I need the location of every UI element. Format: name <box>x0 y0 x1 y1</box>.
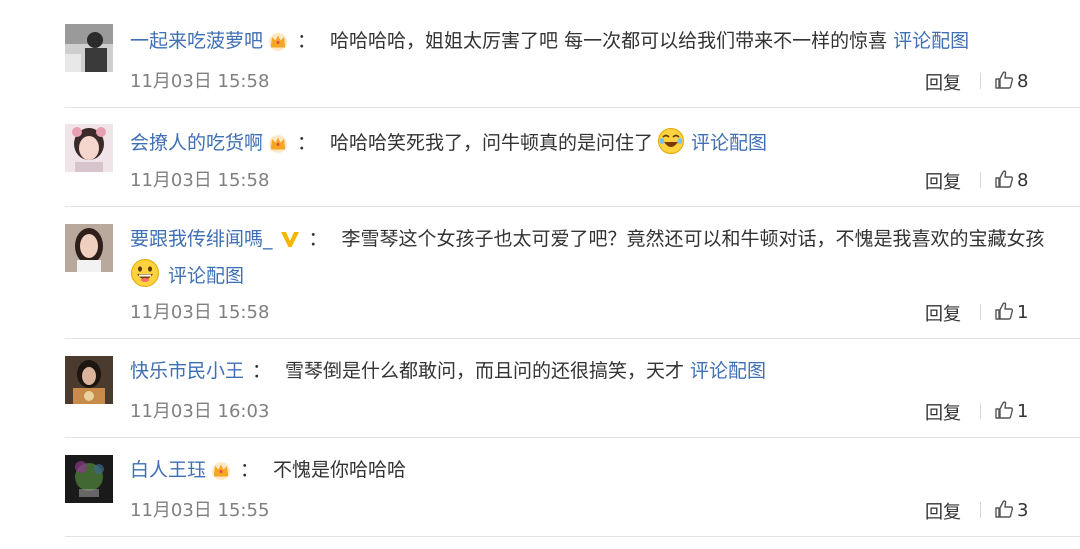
avatar[interactable] <box>65 224 113 272</box>
thumbs-up-icon <box>995 71 1014 89</box>
comment-text: 雪琴倒是什么都敢问，而且问的还很搞笑，天才 <box>285 360 685 382</box>
reply-button[interactable]: 回复 <box>925 498 961 524</box>
colon: ： <box>252 360 272 382</box>
avatar[interactable] <box>65 455 113 503</box>
divider <box>980 502 981 518</box>
thumbs-up-icon <box>995 401 1014 419</box>
timestamp: 11月03日 15:55 <box>130 500 270 521</box>
reply-button[interactable]: 回复 <box>925 399 961 425</box>
thumbs-up-icon <box>995 302 1014 320</box>
crown-badge-icon <box>267 133 289 160</box>
comment-image-link[interactable]: 评论配图 <box>168 265 244 287</box>
comment-divider <box>65 338 1080 339</box>
username[interactable]: 快乐市民小王 <box>130 360 244 382</box>
like-button[interactable]: 1 <box>994 301 1028 323</box>
divider <box>980 304 981 320</box>
avatar[interactable] <box>65 356 113 404</box>
comment-divider <box>65 437 1080 438</box>
colon: ： <box>308 228 328 250</box>
avatar[interactable] <box>65 124 113 172</box>
like-count: 1 <box>1017 401 1029 422</box>
crown-badge-icon <box>210 460 232 487</box>
timestamp: 11月03日 16:03 <box>130 401 270 422</box>
comment-image-link[interactable]: 评论配图 <box>691 132 767 154</box>
username[interactable]: 要跟我传绯闻嗎_ <box>130 228 273 250</box>
username[interactable]: 一起来吃菠萝吧 <box>130 30 263 52</box>
comment-divider <box>65 107 1080 108</box>
comment-divider <box>65 206 1080 207</box>
comment-divider <box>65 536 1080 537</box>
timestamp: 11月03日 15:58 <box>130 71 270 92</box>
divider <box>980 403 981 419</box>
comment-image-link[interactable]: 评论配图 <box>690 360 766 382</box>
reply-button[interactable]: 回复 <box>925 69 961 95</box>
like-button[interactable]: 1 <box>994 400 1028 422</box>
reply-button[interactable]: 回复 <box>925 168 961 194</box>
comment-text: 哈哈哈哈，姐姐太厉害了吧 每一次都可以给我们带来不一样的惊喜 <box>330 30 888 52</box>
like-count: 3 <box>1017 500 1029 521</box>
timestamp: 11月03日 15:58 <box>130 302 270 323</box>
crown-badge-icon <box>267 31 289 58</box>
comment-text: 李雪琴这个女孩子也太可爱了吧？竟然还可以和牛顿对话，不愧是我喜欢的宝藏女孩 <box>341 228 1045 250</box>
username[interactable]: 会撩人的吃货啊 <box>130 132 263 154</box>
like-count: 8 <box>1017 170 1029 191</box>
thumbs-up-icon <box>995 170 1014 188</box>
grinning-emoji <box>130 258 160 295</box>
comment-text: 哈哈哈笑死我了，问牛顿真的是问住了 <box>330 132 654 154</box>
avatar[interactable] <box>65 24 113 72</box>
username[interactable]: 白人王珏 <box>130 459 206 481</box>
like-count: 1 <box>1017 302 1029 323</box>
reply-button[interactable]: 回复 <box>925 300 961 326</box>
thumbs-up-icon <box>995 500 1014 518</box>
verified-v-icon <box>279 229 301 256</box>
divider <box>980 172 981 188</box>
laughing-emoji <box>657 127 685 162</box>
like-button[interactable]: 8 <box>994 70 1028 92</box>
like-button[interactable]: 8 <box>994 169 1028 191</box>
colon: ： <box>297 30 317 52</box>
timestamp: 11月03日 15:58 <box>130 170 270 191</box>
like-count: 8 <box>1017 71 1029 92</box>
comment-image-link[interactable]: 评论配图 <box>893 30 969 52</box>
like-button[interactable]: 3 <box>994 499 1028 521</box>
comment-text: 不愧是你哈哈哈 <box>273 459 407 481</box>
divider <box>980 73 981 89</box>
colon: ： <box>240 459 260 481</box>
colon: ： <box>297 132 317 154</box>
